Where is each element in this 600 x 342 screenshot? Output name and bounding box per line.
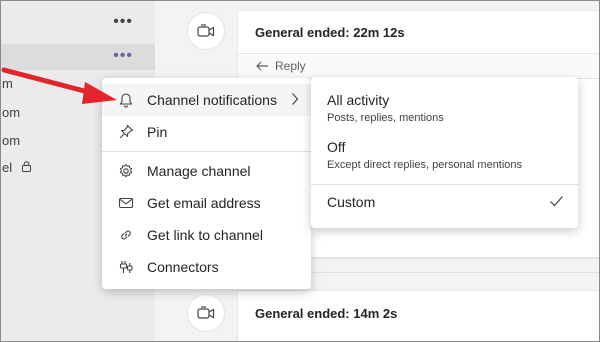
option-custom[interactable]: Custom: [311, 185, 578, 225]
menu-item-get-link-to-channel[interactable]: Get link to channel: [102, 219, 311, 251]
channel-context-menu: Channel notifications Pin Manage channel…: [102, 78, 311, 289]
meeting-title: General ended: 14m 2s: [255, 306, 398, 321]
reply-icon: [256, 61, 268, 71]
video-camera-icon: [197, 306, 215, 319]
menu-separator: [102, 151, 311, 152]
meeting-title: General ended: 22m 12s: [255, 25, 405, 40]
annotation-arrow: [1, 67, 117, 104]
option-title: Custom: [327, 194, 376, 210]
menu-item-channel-notifications[interactable]: Channel notifications: [102, 84, 311, 116]
meeting-card[interactable]: General ended: 22m 12s: [237, 10, 600, 54]
menu-item-connectors[interactable]: Connectors: [102, 251, 311, 283]
chevron-right-icon: [292, 93, 299, 105]
meeting-avatar: [187, 12, 225, 50]
notifications-submenu: All activity Posts, replies, mentions Of…: [311, 77, 578, 228]
meeting-card[interactable]: General ended: 14m 2s: [237, 290, 600, 342]
menu-item-label: Get email address: [147, 195, 261, 211]
video-camera-icon: [197, 24, 215, 37]
menu-item-manage-channel[interactable]: Manage channel: [102, 155, 311, 187]
more-options-icon[interactable]: •••: [113, 14, 133, 30]
pin-icon: [119, 124, 134, 139]
menu-item-label: Get link to channel: [147, 227, 263, 243]
option-title: All activity: [327, 92, 390, 108]
menu-item-get-email-address[interactable]: Get email address: [102, 187, 311, 219]
mail-icon: [118, 197, 134, 209]
checkmark-icon: [550, 196, 563, 207]
option-description: Except direct replies, personal mentions: [327, 159, 523, 171]
menu-item-pin[interactable]: Pin: [102, 116, 311, 148]
channel-name-fragment[interactable]: el: [2, 160, 12, 175]
option-all-activity[interactable]: All activity Posts, replies, mentions: [311, 77, 578, 132]
connectors-icon: [119, 261, 133, 273]
link-icon: [121, 230, 131, 240]
option-description: Posts, replies, mentions: [327, 112, 444, 124]
reply-label: Reply: [275, 59, 306, 73]
option-off[interactable]: Off Except direct replies, personal ment…: [311, 132, 578, 184]
gear-icon: [119, 164, 133, 178]
option-title: Off: [327, 139, 346, 155]
lock-icon: [22, 161, 31, 172]
menu-item-label: Connectors: [147, 259, 219, 275]
team-row[interactable]: •••: [0, 10, 155, 36]
menu-item-label: Manage channel: [147, 163, 251, 179]
menu-item-label: Channel notifications: [147, 92, 277, 108]
meeting-avatar: [187, 294, 225, 332]
channel-name-fragment[interactable]: om: [2, 133, 20, 148]
reply-row[interactable]: Reply: [237, 54, 600, 78]
menu-item-label: Pin: [147, 124, 168, 140]
